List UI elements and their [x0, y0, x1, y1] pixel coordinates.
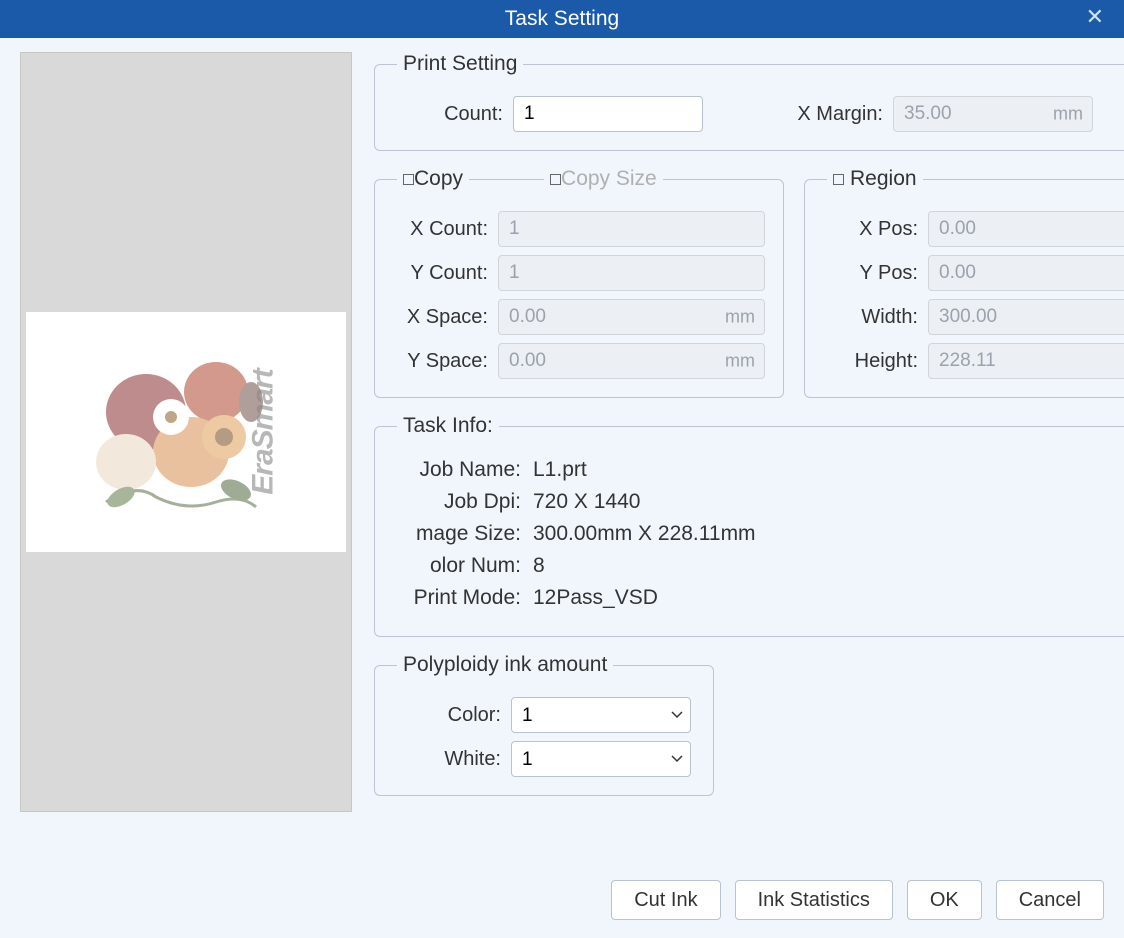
copy-legend: Copy Copy Size: [397, 167, 663, 191]
ink-amount-group: Polyploidy ink amount Color: 1 White: 1: [374, 653, 714, 796]
ink-statistics-button[interactable]: Ink Statistics: [735, 880, 893, 920]
xspace-label: X Space:: [393, 306, 488, 329]
count-label: Count:: [393, 103, 503, 126]
imagesize-value: 300.00mm X 228.11mm: [533, 522, 756, 546]
jobdpi-label: Job Dpi:: [393, 490, 521, 514]
ycount-input: [498, 255, 765, 291]
ypos-input: [928, 255, 1124, 291]
ink-white-label: White:: [393, 748, 501, 771]
ycount-label: Y Count:: [393, 262, 488, 285]
colornum-value: 8: [533, 554, 545, 578]
titlebar: Task Setting ✕: [0, 0, 1124, 38]
task-info-group: Task Info: Job Name: L1.prt Job Dpi: 720…: [374, 414, 1124, 637]
region-checkbox[interactable]: [833, 174, 844, 185]
ink-white-select[interactable]: 1: [511, 741, 691, 777]
count-input[interactable]: [513, 96, 703, 132]
cancel-button[interactable]: Cancel: [996, 880, 1104, 920]
xcount-input: [498, 211, 765, 247]
region-group: Region X Pos: mm Y Pos: mm: [804, 167, 1124, 398]
xpos-input: [928, 211, 1124, 247]
ink-color-label: Color:: [393, 704, 501, 727]
watermark-text: EraSmart: [246, 369, 280, 494]
ypos-label: Y Pos:: [823, 262, 918, 285]
height-label: Height:: [823, 350, 918, 373]
ink-color-select[interactable]: 1: [511, 697, 691, 733]
copy-group: Copy Copy Size X Count: Y Count:: [374, 167, 784, 398]
xmargin-label: X Margin:: [763, 103, 883, 126]
settings-panel: Print Setting Count: X Margin: mm Copy: [374, 52, 1124, 848]
jobname-value: L1.prt: [533, 458, 587, 482]
printmode-value: 12Pass_VSD: [533, 586, 658, 610]
yspace-unit: mm: [725, 351, 755, 372]
ink-amount-legend: Polyploidy ink amount: [397, 653, 613, 677]
height-input: [928, 343, 1124, 379]
colornum-label: olor Num:: [393, 554, 521, 578]
xpos-label: X Pos:: [823, 218, 918, 241]
cut-ink-button[interactable]: Cut Ink: [611, 880, 720, 920]
imagesize-label: mage Size:: [393, 522, 521, 546]
jobname-label: Job Name:: [393, 458, 521, 482]
region-legend: Region: [827, 167, 923, 191]
printmode-label: Print Mode:: [393, 586, 521, 610]
xmargin-unit: mm: [1053, 104, 1083, 125]
copy-checkbox[interactable]: [403, 174, 414, 185]
content-area: EraSmart Print Setting Count: X Margin: …: [0, 38, 1124, 848]
preview-image: EraSmart: [26, 312, 346, 552]
close-icon[interactable]: ✕: [1086, 4, 1104, 30]
width-label: Width:: [823, 306, 918, 329]
yspace-label: Y Space:: [393, 350, 488, 373]
width-input: [928, 299, 1124, 335]
xcount-label: X Count:: [393, 218, 488, 241]
print-setting-legend: Print Setting: [397, 52, 523, 76]
ok-button[interactable]: OK: [907, 880, 982, 920]
jobdpi-value: 720 X 1440: [533, 490, 640, 514]
print-setting-group: Print Setting Count: X Margin: mm: [374, 52, 1124, 151]
preview-panel: EraSmart: [20, 52, 352, 812]
copy-size-checkbox[interactable]: [550, 174, 561, 185]
footer-buttons: Cut Ink Ink Statistics OK Cancel: [611, 880, 1104, 920]
xspace-unit: mm: [725, 307, 755, 328]
task-info-legend: Task Info:: [397, 414, 499, 438]
window-title: Task Setting: [505, 7, 619, 31]
